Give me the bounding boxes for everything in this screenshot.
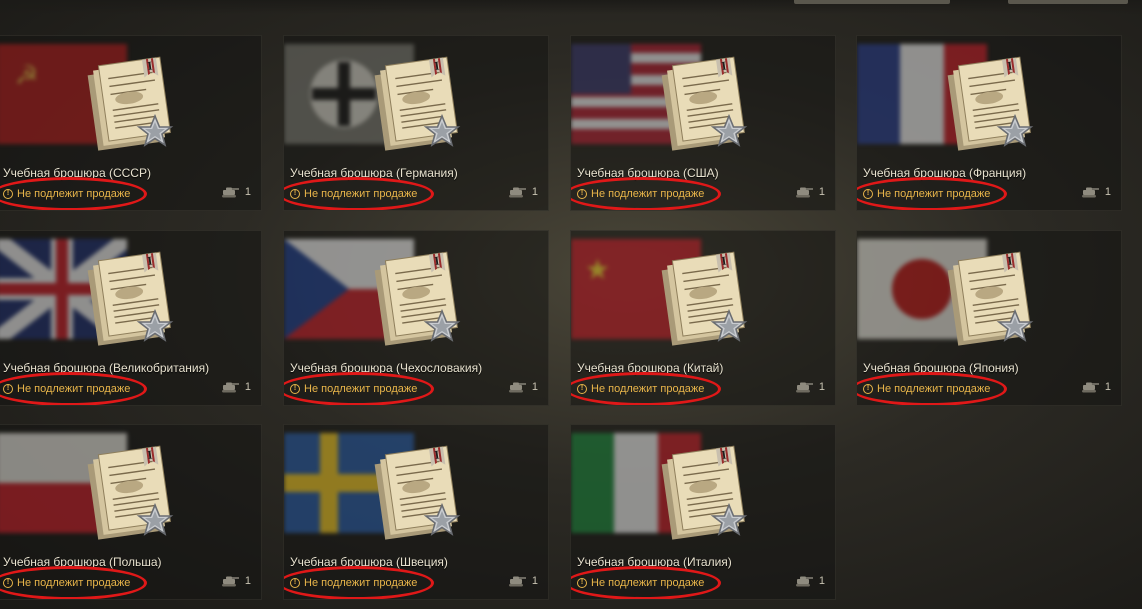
training-booklet-icon: I — [661, 251, 748, 346]
training-booklet-icon: I — [661, 445, 748, 540]
count-value: 1 — [818, 186, 825, 198]
count-value: 1 — [1104, 186, 1111, 198]
tank-icon — [221, 576, 239, 587]
highlight-ring — [284, 566, 434, 599]
count-value: 1 — [1104, 381, 1111, 393]
training-booklet-icon: I — [87, 251, 174, 346]
item-count: 1 — [507, 381, 538, 393]
highlight-ring — [857, 372, 1007, 405]
training-booklet-icon: I — [87, 56, 174, 151]
count-value: 1 — [244, 381, 251, 393]
tank-icon — [508, 382, 526, 393]
booklet-card-china[interactable]: ★ I Учебная брошюра (Китай) ! Не подлежи… — [570, 230, 836, 406]
highlight-ring — [284, 177, 434, 210]
inventory-grid: ☭ I Учебная брошюра (СССР) ! Не подлежит… — [0, 0, 1142, 609]
training-booklet-icon: I — [374, 445, 461, 540]
booklet-card-sweden[interactable]: I Учебная брошюра (Швеция) ! Не подлежит… — [283, 424, 549, 600]
tank-icon — [795, 187, 813, 198]
booklet-card-japan[interactable]: I Учебная брошюра (Япония) ! Не подлежит… — [856, 230, 1122, 406]
item-count: 1 — [220, 186, 251, 198]
item-count: 1 — [507, 186, 538, 198]
training-booklet-icon: I — [374, 56, 461, 151]
count-value: 1 — [531, 575, 538, 587]
item-count: 1 — [794, 575, 825, 587]
tank-icon — [221, 382, 239, 393]
item-count: 1 — [794, 381, 825, 393]
svg-text:★: ★ — [585, 254, 610, 285]
count-value: 1 — [818, 381, 825, 393]
training-booklet-icon: I — [661, 56, 748, 151]
tank-icon — [508, 187, 526, 198]
highlight-ring — [857, 177, 1007, 210]
tank-icon — [508, 576, 526, 587]
item-count: 1 — [220, 381, 251, 393]
booklet-card-poland[interactable]: I Учебная брошюра (Польша) ! Не подлежит… — [0, 424, 262, 600]
tank-icon — [1081, 187, 1099, 198]
tank-icon — [795, 382, 813, 393]
training-booklet-icon: I — [87, 445, 174, 540]
training-booklet-icon: I — [947, 251, 1034, 346]
booklet-card-czech[interactable]: I Учебная брошюра (Чехословакия) ! Не по… — [283, 230, 549, 406]
highlight-ring — [0, 372, 147, 405]
highlight-ring — [284, 372, 434, 405]
highlight-ring — [571, 566, 721, 599]
highlight-ring — [0, 177, 147, 210]
highlight-ring — [0, 566, 147, 599]
highlight-ring — [571, 177, 721, 210]
item-count: 1 — [794, 186, 825, 198]
booklet-card-italy[interactable]: I Учебная брошюра (Италия) ! Не подлежит… — [570, 424, 836, 600]
booklet-card-usa[interactable]: I Учебная брошюра (США) ! Не подлежит пр… — [570, 35, 836, 211]
booklet-card-uk[interactable]: I Учебная брошюра (Великобритания) ! Не … — [0, 230, 262, 406]
count-value: 1 — [244, 575, 251, 587]
item-count: 1 — [220, 575, 251, 587]
count-value: 1 — [818, 575, 825, 587]
booklet-card-france[interactable]: I Учебная брошюра (Франция) ! Не подлежи… — [856, 35, 1122, 211]
item-count: 1 — [507, 575, 538, 587]
booklet-card-ussr[interactable]: ☭ I Учебная брошюра (СССР) ! Не подлежит… — [0, 35, 262, 211]
tank-icon — [221, 187, 239, 198]
count-value: 1 — [244, 186, 251, 198]
training-booklet-icon: I — [374, 251, 461, 346]
item-count: 1 — [1080, 186, 1111, 198]
tank-icon — [1081, 382, 1099, 393]
count-value: 1 — [531, 381, 538, 393]
booklet-card-germany[interactable]: I Учебная брошюра (Германия) ! Не подлеж… — [283, 35, 549, 211]
highlight-ring — [571, 372, 721, 405]
item-count: 1 — [1080, 381, 1111, 393]
tank-icon — [795, 576, 813, 587]
svg-text:☭: ☭ — [15, 60, 38, 90]
count-value: 1 — [531, 186, 538, 198]
training-booklet-icon: I — [947, 56, 1034, 151]
